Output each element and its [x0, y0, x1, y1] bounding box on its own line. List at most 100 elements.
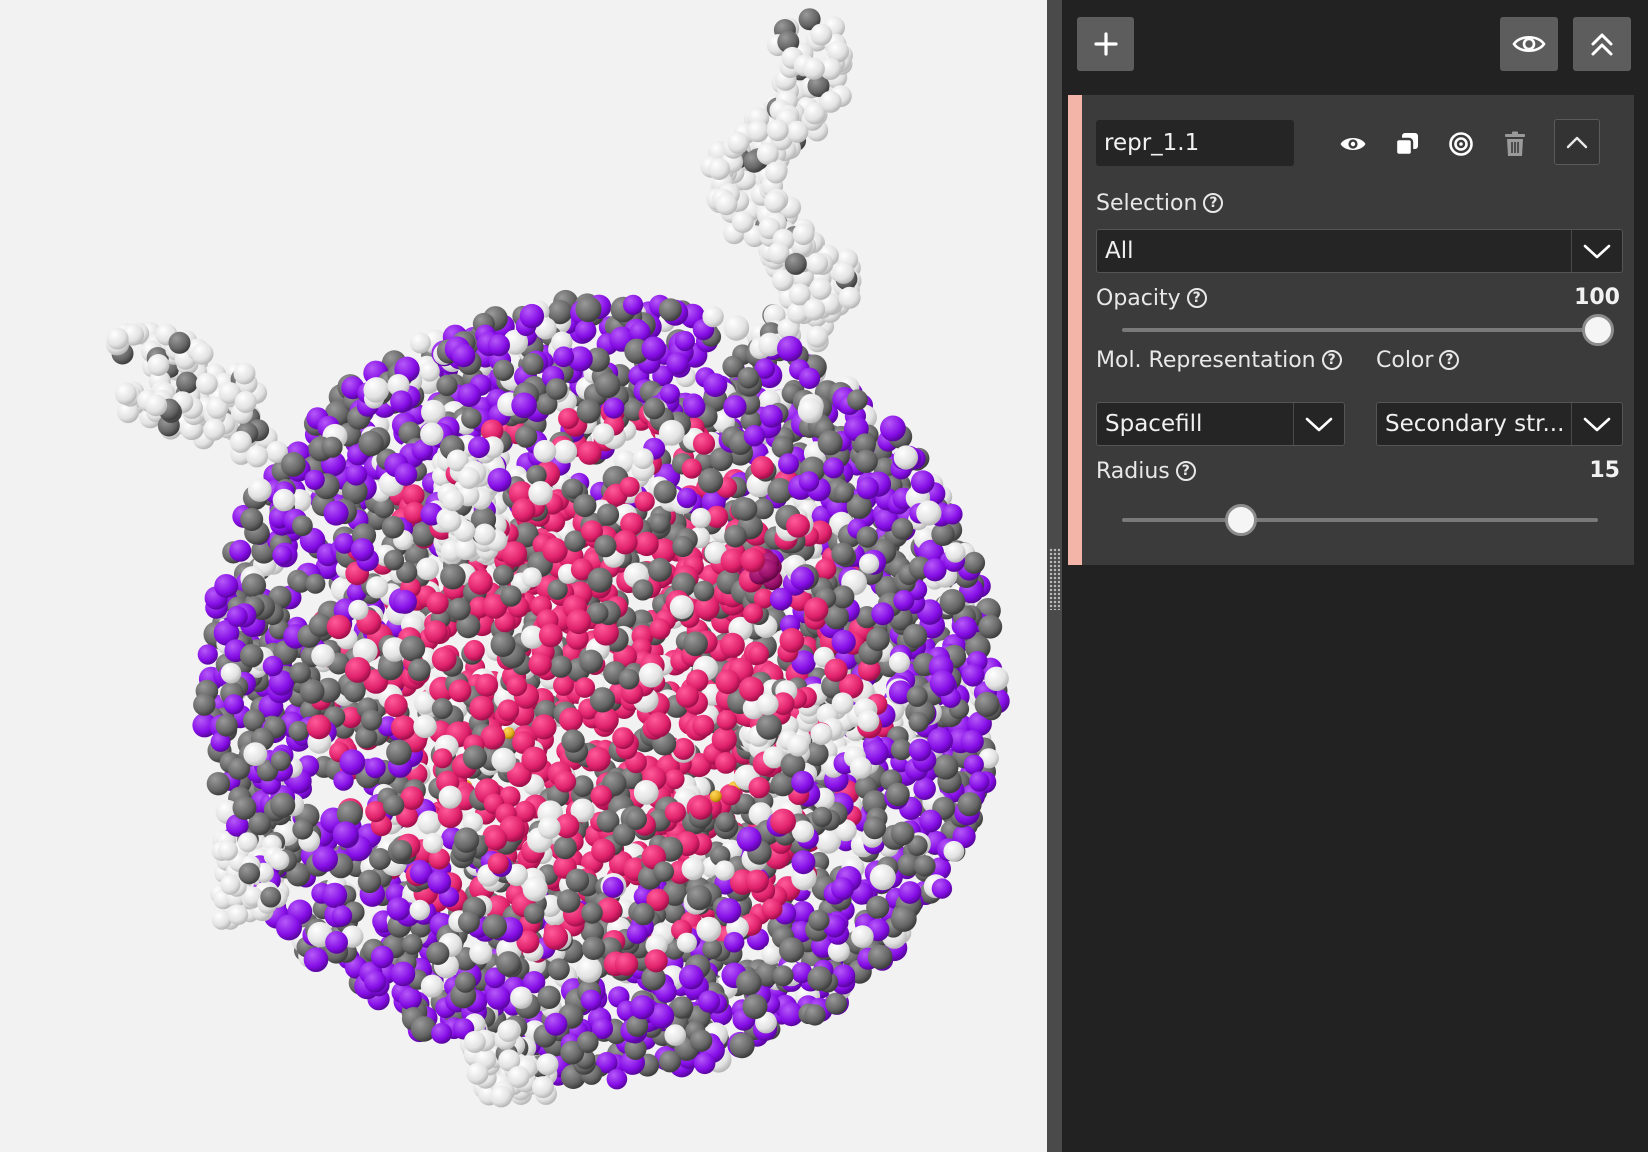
atom-sphere — [702, 939, 723, 960]
atom-sphere — [765, 161, 787, 184]
atom-sphere — [856, 476, 879, 500]
atom-sphere — [407, 658, 431, 682]
atom-sphere — [731, 211, 754, 233]
atom-sphere — [803, 298, 826, 321]
radius-slider-track[interactable] — [1122, 518, 1598, 522]
atom-sphere — [984, 666, 1009, 691]
atom-sphere — [831, 542, 855, 566]
atom-sphere — [678, 964, 704, 990]
atom-sphere — [191, 342, 214, 365]
toggle-all-visibility-button[interactable] — [1500, 17, 1558, 71]
atom-sphere — [692, 432, 716, 455]
atom-sphere — [438, 785, 462, 809]
mol-representation-select[interactable]: Spacefill — [1096, 402, 1345, 446]
atom-sphere — [366, 576, 389, 599]
opacity-slider-track[interactable] — [1122, 328, 1598, 332]
atom-sphere — [553, 439, 578, 464]
selection-value: All — [1105, 238, 1134, 264]
atom-sphere — [232, 795, 257, 820]
atom-sphere — [737, 367, 760, 389]
atom-sphere — [270, 792, 296, 818]
atom-sphere — [545, 378, 568, 400]
atom-sphere — [880, 415, 906, 442]
representation-card: repr_1.1 Selection ? All Opacity ? 100 M… — [1068, 95, 1634, 565]
atom-sphere — [528, 652, 552, 676]
panel-splitter[interactable] — [1047, 0, 1062, 1152]
atom-sphere — [969, 771, 990, 792]
atom-sphere — [619, 476, 640, 497]
atom-sphere — [544, 1012, 568, 1036]
eye-icon — [1512, 35, 1546, 53]
atom-sphere — [856, 526, 878, 548]
chevron-down-icon — [1293, 403, 1344, 445]
atom-sphere — [197, 644, 218, 665]
atom-sphere — [748, 643, 770, 665]
atom-sphere — [241, 573, 267, 598]
atom-sphere — [276, 914, 302, 941]
atom-sphere — [577, 441, 602, 465]
radius-slider[interactable] — [1122, 503, 1598, 537]
radius-slider-thumb[interactable] — [1225, 504, 1257, 536]
focus-target-icon — [1449, 132, 1473, 156]
atom-sphere — [272, 545, 293, 566]
atom-sphere — [720, 785, 741, 806]
color-scheme-select[interactable]: Secondary str... — [1376, 402, 1623, 446]
delete-representation-button[interactable] — [1498, 127, 1532, 161]
help-icon[interactable]: ? — [1321, 350, 1342, 370]
add-representation-button[interactable] — [1077, 17, 1134, 71]
toggle-visibility-button[interactable] — [1336, 127, 1370, 161]
color-label: Color ? — [1376, 345, 1460, 375]
atom-sphere — [496, 951, 521, 976]
atom-sphere — [683, 631, 708, 657]
representation-name-input[interactable]: repr_1.1 — [1096, 120, 1294, 166]
atom-sphere — [217, 840, 238, 861]
atom-sphere — [220, 662, 242, 684]
selection-select[interactable]: All — [1096, 229, 1623, 273]
atom-sphere — [714, 860, 735, 881]
atom-sphere — [487, 334, 510, 357]
atom-sphere — [487, 467, 512, 492]
opacity-slider-thumb[interactable] — [1582, 314, 1614, 346]
atom-sphere — [497, 1020, 520, 1042]
molecule-structure-3d[interactable] — [0, 0, 1047, 1152]
atom-sphere — [214, 574, 239, 598]
help-icon[interactable]: ? — [1175, 461, 1196, 481]
atom-sphere — [645, 712, 672, 738]
atom-sphere — [804, 597, 829, 622]
atom-sphere — [633, 780, 659, 805]
atom-sphere — [945, 542, 966, 563]
atom-sphere — [672, 535, 694, 558]
focus-representation-button[interactable] — [1444, 127, 1478, 161]
atom-sphere — [933, 754, 959, 780]
splitter-grip-handle[interactable] — [1049, 548, 1060, 610]
atom-sphere — [623, 294, 644, 315]
trash-icon — [1505, 131, 1525, 156]
atom-sphere — [851, 925, 874, 948]
atom-sphere — [715, 752, 737, 774]
atom-sphere — [694, 1052, 716, 1075]
atom-sphere — [440, 563, 466, 590]
atom-sphere — [106, 327, 129, 350]
atom-sphere — [587, 567, 613, 593]
atom-sphere — [420, 422, 444, 446]
molecule-viewer-canvas[interactable] — [0, 0, 1047, 1152]
atom-sphere — [769, 587, 793, 611]
help-icon[interactable]: ? — [1203, 193, 1224, 213]
collapse-representation-button[interactable] — [1554, 119, 1600, 165]
opacity-slider[interactable] — [1122, 313, 1614, 347]
atom-sphere — [439, 510, 462, 533]
help-icon[interactable]: ? — [1186, 288, 1207, 308]
atom-sphere — [463, 639, 485, 661]
atom-sphere — [364, 970, 387, 993]
collapse-all-button[interactable] — [1573, 17, 1631, 71]
atom-sphere — [825, 992, 848, 1015]
atom-sphere — [542, 537, 568, 564]
atom-sphere — [413, 714, 437, 739]
atom-sphere — [634, 491, 655, 512]
atom-sphere — [490, 1085, 513, 1108]
atom-sphere — [653, 480, 677, 504]
duplicate-representation-button[interactable] — [1390, 127, 1424, 161]
atom-sphere — [756, 693, 779, 716]
help-icon[interactable]: ? — [1439, 350, 1460, 370]
atom-sphere — [246, 445, 269, 468]
